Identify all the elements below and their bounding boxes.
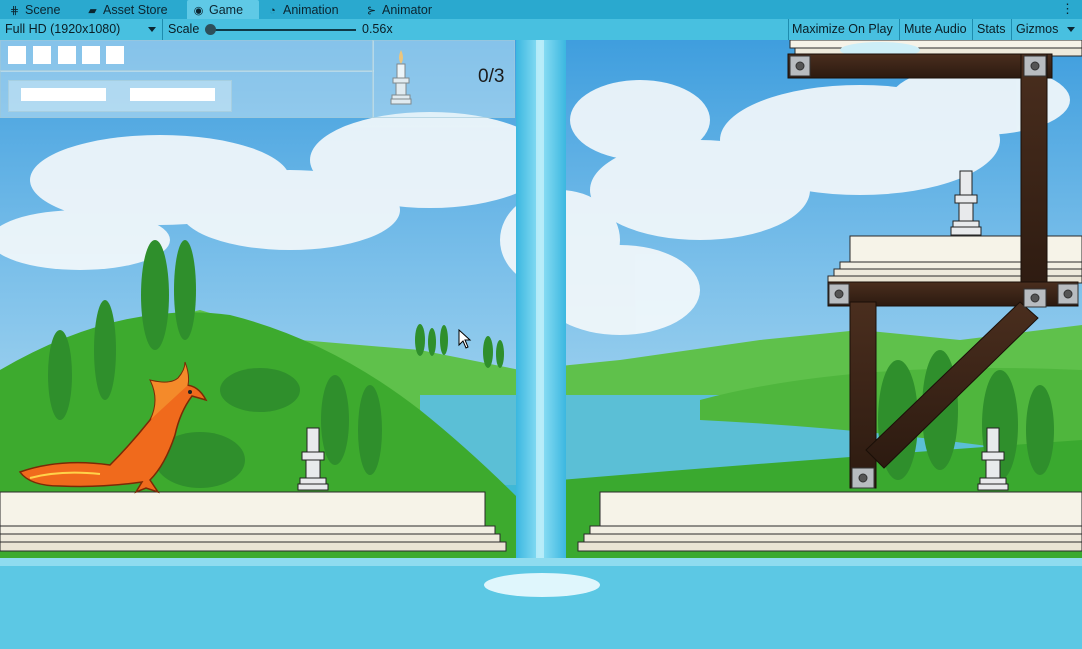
grid-icon: ⋕ [9, 5, 20, 17]
tab-asset-store[interactable]: ▰ Asset Store [86, 0, 176, 19]
gizmos-toggle[interactable]: Gizmos [1016, 19, 1058, 40]
game-toolbar: Full HD (1920x1080) Scale 0.56x Maximize… [0, 19, 1082, 41]
maximize-on-play-toggle[interactable]: Maximize On Play [792, 19, 893, 40]
status-bar [130, 88, 215, 101]
more-options-icon[interactable]: ⋮ [1061, 0, 1074, 19]
life-slot [8, 46, 26, 64]
tab-game[interactable]: ◉ Game [187, 0, 259, 19]
left-platform [0, 491, 507, 552]
tab-scene-label: Scene [25, 3, 61, 17]
mute-audio-toggle[interactable]: Mute Audio [904, 19, 967, 40]
life-slot [82, 46, 100, 64]
separator [162, 19, 163, 40]
tab-animation-label: Animation [283, 3, 339, 17]
separator [972, 19, 973, 40]
chevron-down-icon[interactable] [148, 27, 156, 32]
resolution-label: Full HD (1920x1080) [5, 22, 121, 36]
scale-slider-track[interactable] [210, 29, 356, 31]
tab-animation[interactable]: ◔ Animation [266, 0, 356, 19]
mouse-cursor-icon [458, 329, 472, 349]
right-platform [577, 491, 1082, 552]
stats-toggle[interactable]: Stats [977, 19, 1006, 40]
game-scene [0, 40, 1082, 649]
water-line [0, 558, 1082, 566]
animator-icon: ⊱ [366, 5, 377, 17]
gamepad-icon: ◉ [193, 5, 204, 17]
game-viewport[interactable]: 0/3 [0, 40, 1082, 649]
resolution-dropdown[interactable]: Full HD (1920x1080) [5, 19, 120, 40]
tab-animator-label: Animator [382, 3, 433, 17]
tab-animator[interactable]: ⊱ Animator [365, 0, 445, 19]
tab-game-label: Game [209, 3, 244, 17]
scale-label: Scale [168, 22, 200, 36]
separator [788, 19, 789, 40]
separator [899, 19, 900, 40]
separator [1011, 19, 1012, 40]
life-slot [58, 46, 76, 64]
gizmos-chevron-down-icon[interactable] [1067, 27, 1075, 32]
hud-top-panel [0, 40, 374, 72]
tab-asset-store-label: Asset Store [103, 3, 168, 17]
scale-slider-handle[interactable] [205, 24, 216, 35]
tab-scene[interactable]: ⋕ Scene [8, 0, 70, 19]
waterfall-highlight [536, 40, 544, 585]
editor-tab-bar: ⋕ Scene ▰ Asset Store ◉ Game ◔ Animation ⊱ An… [0, 0, 1082, 19]
candle-counter: 0/3 [478, 66, 505, 87]
clock-icon: ◔ [269, 5, 276, 17]
life-slot [33, 46, 51, 64]
scale-value: 0.56x [362, 22, 393, 36]
waterfall-splash [484, 573, 600, 597]
bag-icon: ▰ [88, 5, 97, 17]
life-slot [106, 46, 124, 64]
status-bar [21, 88, 106, 101]
